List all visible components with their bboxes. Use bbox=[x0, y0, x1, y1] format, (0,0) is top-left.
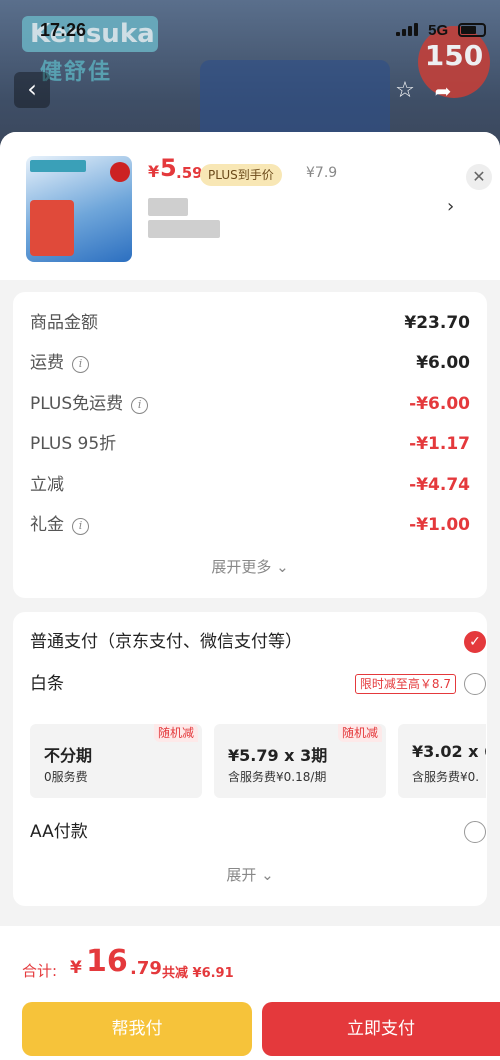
baitiao-promo-badge: 限时减至高￥8.7 bbox=[354, 674, 456, 694]
total-decimal: .79 bbox=[130, 958, 162, 979]
summary-row-goods: 商品金额 ¥23.70 bbox=[30, 308, 470, 338]
summary-label: 礼金 bbox=[30, 515, 64, 535]
close-button[interactable]: ✕ bbox=[466, 164, 492, 190]
payment-option-label: AA付款 bbox=[30, 822, 88, 842]
checkout-footer: 合计: ¥ 16 .79 共减 ¥6.91 帮我付 立即支付 bbox=[0, 926, 500, 1060]
random-discount-tag: 随机减 bbox=[153, 724, 198, 742]
plan-subtitle: 含服务费¥0. bbox=[412, 770, 480, 784]
expand-more-button[interactable]: 展开更多 ⌄ bbox=[13, 556, 487, 577]
random-discount-tag: 随机减 bbox=[337, 724, 382, 742]
summary-row-instant-discount: 立减 -¥4.74 bbox=[30, 470, 470, 500]
status-time: 17:26 bbox=[40, 20, 87, 40]
summary-value: ¥6.00 bbox=[416, 353, 470, 373]
radio-unchecked-icon[interactable] bbox=[464, 673, 486, 695]
network-type: 5G bbox=[428, 22, 449, 39]
status-bar: 17:26 5G bbox=[0, 0, 500, 44]
watermark: zhizhizhi.com bbox=[412, 978, 500, 993]
original-price: ¥7.9 bbox=[306, 165, 338, 181]
plus-price-tag: PLUS到手价 bbox=[200, 164, 282, 186]
status-indicators: 5G bbox=[396, 22, 487, 39]
back-button[interactable]: ‹ bbox=[14, 72, 50, 108]
installment-plan-none[interactable]: 随机减 不分期 0服务费 bbox=[30, 724, 202, 798]
payment-option-baitiao[interactable]: 白条 限时减至高￥8.7 bbox=[30, 668, 486, 700]
price-symbol: ¥ bbox=[148, 162, 160, 181]
total-saved: 共减 ¥6.91 bbox=[162, 966, 234, 981]
summary-value: -¥1.00 bbox=[409, 515, 470, 535]
brand-logo-cn: 健舒佳 bbox=[40, 60, 113, 85]
summary-value: ¥23.70 bbox=[404, 313, 470, 333]
expand-button[interactable]: 展开 ⌄ bbox=[13, 864, 487, 885]
summary-label: 立减 bbox=[30, 475, 64, 495]
installment-plan-3[interactable]: 随机减 ¥5.79 x 3期 含服务费¥0.18/期 bbox=[214, 724, 386, 798]
chevron-right-icon[interactable]: › bbox=[447, 196, 454, 217]
info-icon[interactable]: i bbox=[72, 518, 89, 535]
help-me-pay-button[interactable]: 帮我付 bbox=[22, 1002, 252, 1056]
radio-unchecked-icon[interactable] bbox=[464, 821, 486, 843]
battery-icon bbox=[458, 23, 487, 37]
summary-row-plus-free-shipping: PLUS免运费 i -¥6.00 bbox=[30, 389, 470, 419]
price-integer: 5 bbox=[160, 154, 177, 182]
summary-row-shipping: 运费 i ¥6.00 bbox=[30, 348, 470, 378]
plan-subtitle: 0服务费 bbox=[44, 770, 88, 784]
summary-row-gift-money: 礼金 i -¥1.00 bbox=[30, 510, 470, 540]
summary-label: PLUS免运费 bbox=[30, 394, 124, 414]
close-icon: ✕ bbox=[472, 167, 486, 186]
signal-icon bbox=[396, 22, 418, 36]
summary-label: PLUS 95折 bbox=[30, 434, 117, 454]
payment-option-aa[interactable]: AA付款 bbox=[30, 816, 486, 848]
summary-label: 商品金额 bbox=[30, 313, 98, 333]
payment-option-label: 白条 bbox=[30, 674, 64, 694]
favorite-star-icon[interactable]: ☆ bbox=[386, 74, 424, 108]
price-summary-card: 商品金额 ¥23.70 运费 i ¥6.00 PLUS免运费 i -¥6.00 PL… bbox=[13, 292, 487, 598]
summary-label: 运费 bbox=[30, 353, 64, 373]
summary-row-plus-discount: PLUS 95折 -¥1.17 bbox=[30, 429, 470, 459]
plan-title: ¥3.02 x 6 bbox=[412, 742, 486, 761]
plan-title: 不分期 bbox=[44, 746, 93, 765]
info-icon[interactable]: i bbox=[72, 356, 89, 373]
price-decimal: .59 bbox=[176, 164, 203, 182]
installment-plans: 随机减 不分期 0服务费 随机减 ¥5.79 x 3期 含服务费¥0.18/期 … bbox=[30, 724, 486, 798]
info-icon[interactable]: i bbox=[131, 397, 149, 414]
product-header: ¥ 5 .59 PLUS到手价 ¥7.9 ✕ › bbox=[0, 132, 500, 280]
summary-value: -¥1.17 bbox=[409, 434, 470, 454]
payment-option-normal[interactable]: 普通支付（京东支付、微信支付等） ✓ bbox=[30, 626, 486, 658]
plan-title: ¥5.79 x 3期 bbox=[228, 746, 328, 765]
payment-option-label: 普通支付（京东支付、微信支付等） bbox=[30, 632, 302, 652]
share-icon[interactable]: ➦ bbox=[426, 74, 460, 108]
variant-selector-blurred[interactable] bbox=[148, 198, 270, 238]
checkout-sheet: ¥ 5 .59 PLUS到手价 ¥7.9 ✕ › 商品金额 ¥23.70 运费 i… bbox=[0, 132, 500, 1060]
chevron-left-icon: ‹ bbox=[27, 75, 37, 103]
total-symbol: ¥ bbox=[70, 958, 82, 978]
installment-plan-6[interactable]: ¥3.02 x 6 含服务费¥0. bbox=[398, 724, 486, 798]
product-thumbnail[interactable] bbox=[26, 156, 132, 262]
total-integer: 16 bbox=[86, 944, 128, 979]
summary-value: -¥6.00 bbox=[409, 394, 470, 414]
pay-now-button[interactable]: 立即支付 bbox=[262, 1002, 500, 1056]
payment-method-card: 普通支付（京东支付、微信支付等） ✓ 白条 限时减至高￥8.7 随机减 不分期 … bbox=[13, 612, 487, 906]
total-label: 合计: bbox=[22, 962, 58, 980]
plan-subtitle: 含服务费¥0.18/期 bbox=[228, 770, 327, 784]
summary-value: -¥4.74 bbox=[409, 475, 470, 495]
radio-checked-icon[interactable]: ✓ bbox=[464, 631, 486, 653]
